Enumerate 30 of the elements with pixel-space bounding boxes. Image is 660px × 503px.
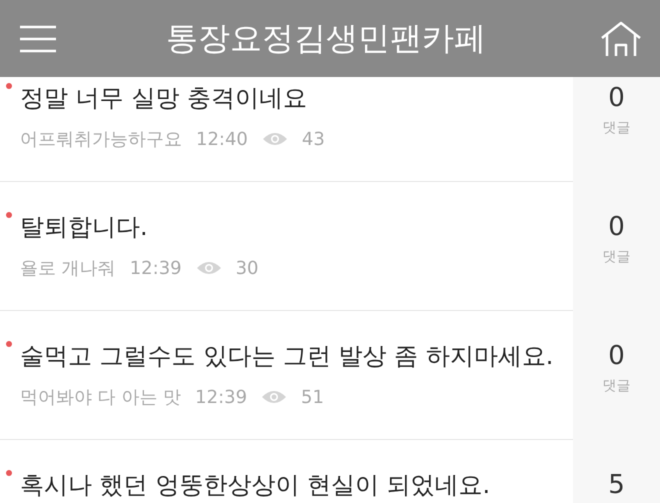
comment-count: 0 [608,341,625,371]
post-row[interactable]: 정말 너무 실망 충격이네요 어프뤄취가능하구요 12:40 43 0 댓글 [0,77,660,182]
home-icon[interactable] [600,20,642,56]
eye-icon [196,260,222,276]
eye-icon [261,389,288,405]
comment-count: 5 [608,470,625,500]
post-title: 탈퇴합니다. [20,212,149,243]
post-title: 혹시나 했던 엉뚱한상상이 현실이 되었네요. [20,470,492,501]
post-title: 정말 너무 실망 충격이네요 [20,83,308,114]
post-time: 12:39 [130,258,182,278]
view-count: 43 [302,128,325,150]
view-count: 51 [301,386,324,408]
post-row[interactable]: 혹시나 했던 엉뚱한상상이 현실이 되었네요. 5 [0,440,660,503]
eye-icon [262,131,288,147]
menu-icon[interactable] [20,24,58,52]
post-author: 먹어봐야 다 아는 맛 [20,386,182,409]
post-row[interactable]: 탈퇴합니다. 욜로 개나줘 12:39 30 0 댓글 [0,182,660,311]
post-time: 12:40 [196,128,248,150]
comment-label: 댓글 [602,248,630,266]
comment-label: 댓글 [602,377,630,395]
comment-count: 0 [608,212,625,242]
post-author: 어프뤄취가능하구요 [20,128,182,151]
page-title: 통장요정김생민팬카페 [165,18,487,58]
post-time: 12:39 [195,386,248,408]
comment-label: 댓글 [602,119,630,137]
view-count: 30 [236,258,259,278]
post-author: 욜로 개나줘 [20,257,116,280]
post-row[interactable]: 술먹고 그럴수도 있다는 그런 발상 좀 하지마세요. 먹어봐야 다 아는 맛 12:39 51 0 댓글 [0,311,660,440]
post-title: 술먹고 그럴수도 있다는 그런 발상 좀 하지마세요. [20,341,554,372]
comment-count: 0 [608,83,625,113]
